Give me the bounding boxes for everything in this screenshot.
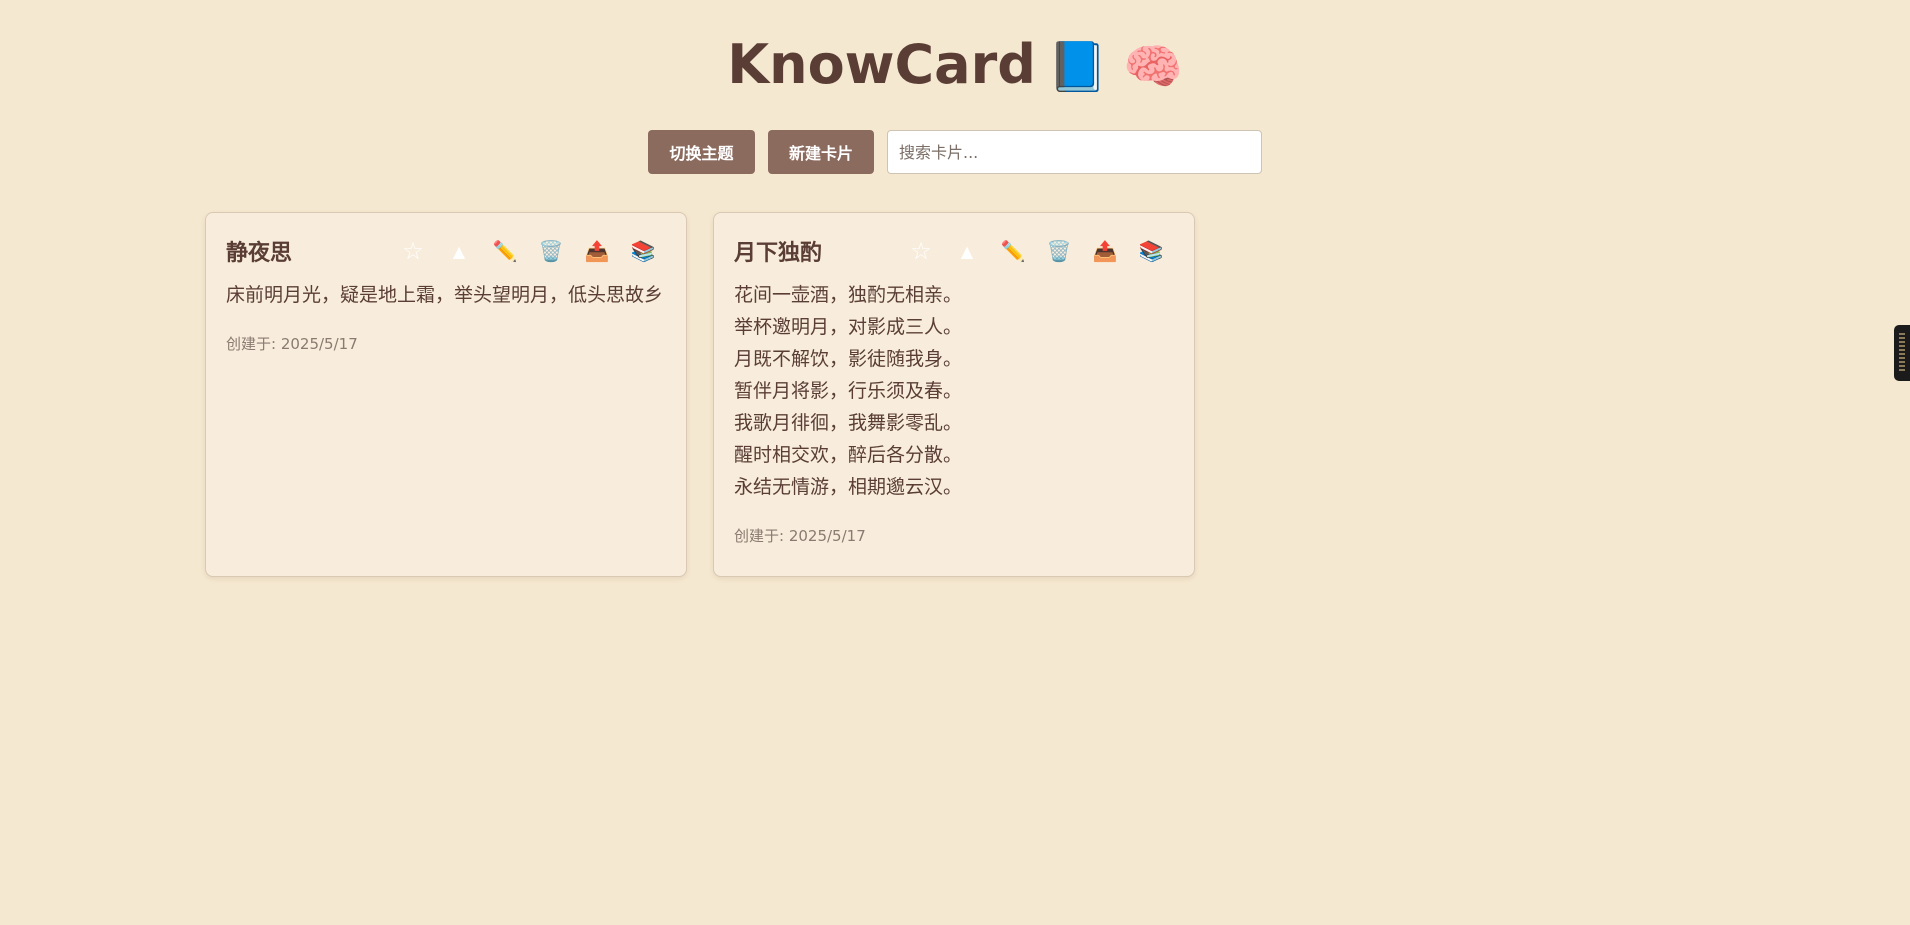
card-header: 月下独酌 ☆ ▲ ✏️ 🗑️ 📤 📚 (734, 233, 1174, 269)
grip-icon (1899, 333, 1905, 373)
delete-trash-icon[interactable]: 🗑️ (528, 236, 574, 266)
star-icon[interactable]: ☆ (390, 236, 436, 266)
card: 月下独酌 ☆ ▲ ✏️ 🗑️ 📤 📚 花间一壶酒，独酌无相亲。 举杯邀明月，对影… (713, 212, 1195, 577)
export-icon[interactable]: 📤 (1082, 236, 1128, 266)
card-created-date: 创建于: 2025/5/17 (226, 335, 358, 353)
card-created-date: 创建于: 2025/5/17 (734, 527, 866, 545)
app-title-text: KnowCard (727, 33, 1036, 96)
toolbar: 切换主题 新建卡片 (648, 130, 1262, 174)
toggle-theme-button[interactable]: 切换主题 (648, 130, 755, 174)
export-icon[interactable]: 📤 (574, 236, 620, 266)
card-content: 花间一壶酒，独酌无相亲。 举杯邀明月，对影成三人。 月既不解饮，影徒随我身。 暂… (734, 284, 963, 498)
card-actions: ☆ ▲ ✏️ 🗑️ 📤 📚 (898, 236, 1174, 266)
app-title: KnowCard 📘 🧠 (0, 32, 1910, 100)
new-card-button[interactable]: 新建卡片 (768, 130, 874, 174)
star-icon[interactable]: ☆ (898, 236, 944, 266)
app-root: KnowCard📘 🧠 切换主题 新建卡片 静夜思 ☆ ▲ ✏️ 🗑️ 📤 📚 … (0, 0, 1910, 925)
edit-pencil-icon[interactable]: ✏️ (990, 236, 1036, 266)
card: 静夜思 ☆ ▲ ✏️ 🗑️ 📤 📚 床前明月光，疑是地上霜，举头望明月，低头思故… (205, 212, 687, 577)
card-content: 床前明月光，疑是地上霜，举头望明月，低头思故乡 (226, 284, 664, 306)
copy-books-icon[interactable]: 📚 (1128, 236, 1174, 266)
move-up-icon[interactable]: ▲ (436, 236, 482, 266)
copy-books-icon[interactable]: 📚 (620, 236, 666, 266)
side-panel-handle[interactable] (1894, 325, 1910, 381)
edit-pencil-icon[interactable]: ✏️ (482, 236, 528, 266)
search-input[interactable] (887, 130, 1262, 174)
delete-trash-icon[interactable]: 🗑️ (1036, 236, 1082, 266)
card-title: 月下独酌 (734, 241, 823, 266)
card-title: 静夜思 (226, 241, 293, 266)
card-header: 静夜思 ☆ ▲ ✏️ 🗑️ 📤 📚 (226, 233, 666, 269)
book-brain-emoji-icon: 📘 🧠 (1047, 39, 1183, 95)
move-up-icon[interactable]: ▲ (944, 236, 990, 266)
card-actions: ☆ ▲ ✏️ 🗑️ 📤 📚 (390, 236, 666, 266)
